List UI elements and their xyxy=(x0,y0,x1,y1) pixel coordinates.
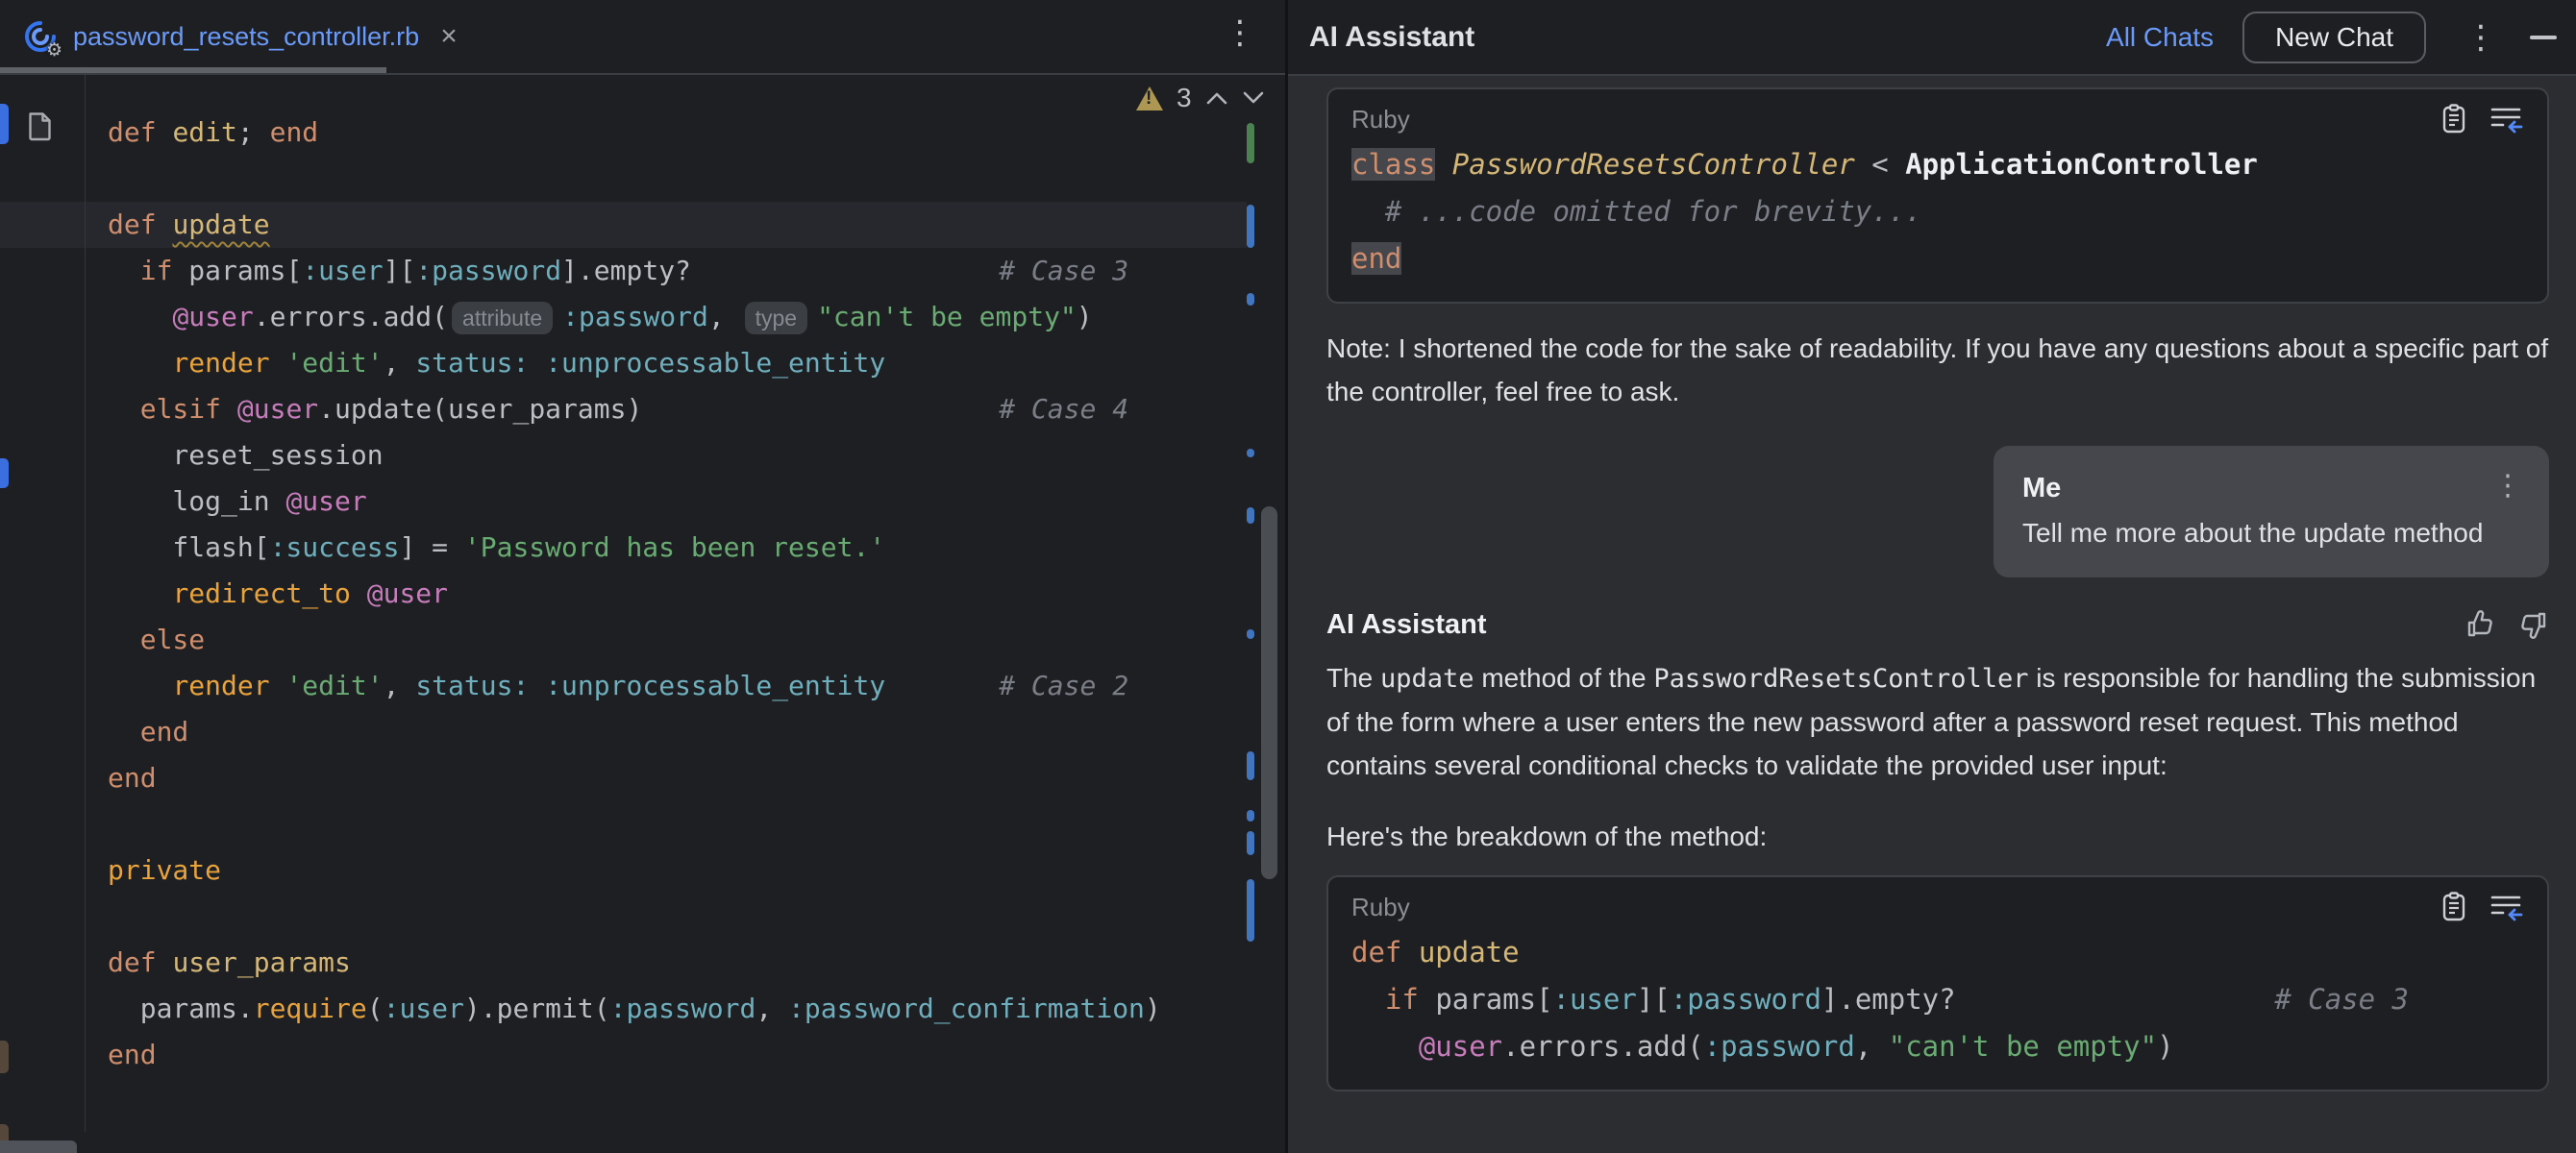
close-tab-icon[interactable]: × xyxy=(440,20,458,53)
hide-panel-icon[interactable] xyxy=(2530,36,2557,39)
chat-code-block: Ruby xyxy=(1326,875,2549,1092)
stripe-mark-blue[interactable] xyxy=(1247,507,1254,524)
vertical-scrollbar-thumb[interactable] xyxy=(1261,506,1277,879)
insert-snippet-into-editor-icon[interactable] xyxy=(2489,105,2524,134)
tab-label: password_resets_controller.rb xyxy=(73,22,419,52)
sticky-note-icon[interactable] xyxy=(27,111,53,146)
warning-triangle-icon xyxy=(1136,86,1163,110)
assistant-reply-paragraph: The update method of the PasswordResetsC… xyxy=(1326,656,2549,787)
prev-warning-chevron-up-icon[interactable] xyxy=(1205,90,1228,106)
horizontal-scrollbar-stub[interactable] xyxy=(0,1141,77,1153)
user-message-author: Me xyxy=(2022,473,2493,504)
thumbs-up-icon[interactable] xyxy=(2465,608,2497,641)
copy-icon[interactable] xyxy=(2440,104,2468,135)
editor-tab-bar: ⚙ password_resets_controller.rb × ⋮ xyxy=(0,0,1285,75)
assistant-reply-author: AI Assistant xyxy=(1326,609,2465,641)
user-message-text: Tell me more about the update method xyxy=(2022,518,2522,549)
editor-pane: ⚙ password_resets_controller.rb × ⋮ xyxy=(0,0,1285,1153)
editor-options-kebab-icon[interactable]: ⋮ xyxy=(1224,13,1256,52)
panel-options-kebab-icon[interactable]: ⋮ xyxy=(2465,18,2497,57)
stripe-mark-blue[interactable] xyxy=(1247,879,1254,942)
new-chat-button[interactable]: New Chat xyxy=(2242,12,2426,63)
editor-body[interactable]: 3 def edit; end def update if params[:us… xyxy=(0,75,1285,1153)
panel-title: AI Assistant xyxy=(1309,21,2106,54)
stripe-mark-blue[interactable] xyxy=(1247,293,1254,306)
stripe-mark-blue[interactable] xyxy=(1247,831,1254,855)
thumbs-down-icon[interactable] xyxy=(2516,608,2549,641)
warning-count: 3 xyxy=(1177,83,1192,113)
assistant-breakdown-text: Here's the breakdown of the method: xyxy=(1326,822,2549,852)
copy-icon[interactable] xyxy=(2440,892,2468,922)
stripe-mark-blue[interactable] xyxy=(1247,449,1254,457)
all-chats-link[interactable]: All Chats xyxy=(2106,22,2214,53)
active-tab-underline xyxy=(0,67,386,73)
gear-icon: ⚙ xyxy=(46,39,62,61)
rails-controller-icon: ⚙ xyxy=(23,19,58,54)
tab-password-resets-controller[interactable]: ⚙ password_resets_controller.rb × xyxy=(0,0,483,73)
message-options-kebab-icon[interactable]: ⋮ xyxy=(2493,473,2522,500)
stripe-mark-blue[interactable] xyxy=(1247,205,1254,248)
chat-transcript: Ruby xyxy=(1288,76,2576,1153)
ai-assistant-pane: AI Assistant All Chats New Chat ⋮ Ruby xyxy=(1288,0,2576,1153)
assistant-note-text: Note: I shortened the code for the sake … xyxy=(1326,327,2549,413)
vcs-change-marker xyxy=(0,458,9,488)
stripe-mark-blue[interactable] xyxy=(1247,810,1254,822)
chat-code-text[interactable]: def update if params[:user][:password].e… xyxy=(1351,929,2524,1070)
user-message-bubble: Me ⋮ Tell me more about the update metho… xyxy=(1994,446,2549,577)
assistant-reply-header: AI Assistant xyxy=(1326,608,2549,641)
insert-snippet-into-editor-icon[interactable] xyxy=(2489,893,2524,921)
stripe-mark-blue[interactable] xyxy=(1247,629,1254,639)
code-editor-text[interactable]: def edit; end def update if params[:user… xyxy=(108,110,1161,1078)
ai-assistant-header: AI Assistant All Chats New Chat ⋮ xyxy=(1288,0,2576,76)
vcs-change-marker xyxy=(0,104,9,144)
ide-window: ⚙ password_resets_controller.rb × ⋮ xyxy=(0,0,2576,1153)
chat-code-block: Ruby xyxy=(1326,87,2549,304)
chat-code-text[interactable]: class PasswordResetsController < Applica… xyxy=(1351,141,2524,282)
next-warning-chevron-down-icon[interactable] xyxy=(1242,90,1265,106)
stripe-mark-green[interactable] xyxy=(1247,123,1254,163)
code-language-label: Ruby xyxy=(1351,893,1410,922)
vcs-change-marker xyxy=(0,1041,9,1073)
code-language-label: Ruby xyxy=(1351,105,1410,135)
gutter-separator xyxy=(85,75,86,1132)
stripe-mark-blue[interactable] xyxy=(1247,751,1254,780)
